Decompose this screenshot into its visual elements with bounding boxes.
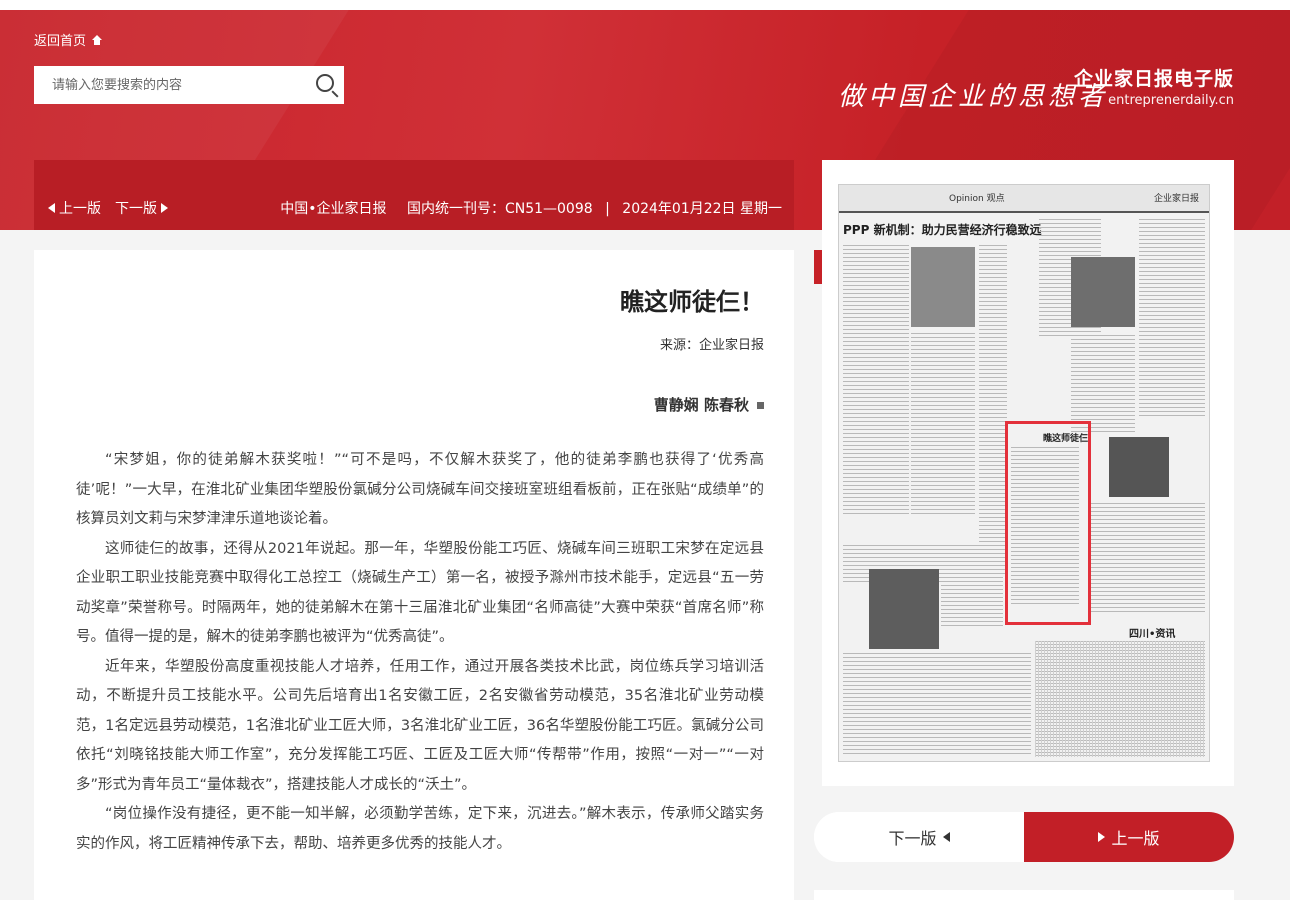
cn-number: 国内统一刊号：CN51—0098 xyxy=(406,201,593,217)
paper-photo xyxy=(869,569,939,649)
paper-header: 企业家日报 Opinion 观点 xyxy=(839,185,1209,213)
article-author: 曹静娴 陈春秋 xyxy=(654,394,764,415)
page-nav-buttons: 下一版 上一版 xyxy=(814,812,1234,862)
paper-text-block xyxy=(979,245,1007,575)
home-link[interactable]: 返回首页 xyxy=(34,30,103,49)
article-body: “宋梦姐，你的徒弟解木获奖啦！”“可不是吗，不仅解木获奖了，他的徒弟李鹏也获得了… xyxy=(76,446,764,859)
paper-ad-block xyxy=(1035,641,1205,757)
newspaper-preview-panel: 企业家日报 Opinion 观点 PPP 新机制：助力民营经济行稳致远 瞧这师徒… xyxy=(822,160,1234,786)
next-page-label: 下一版 xyxy=(888,829,937,848)
separator: | xyxy=(605,201,610,217)
paper-text-block xyxy=(911,333,975,515)
home-label[interactable]: 返回首页 xyxy=(34,30,86,49)
square-bullet-icon xyxy=(757,402,764,409)
triangle-left-icon xyxy=(942,832,950,842)
search-input[interactable] xyxy=(50,69,314,101)
paper-text-block xyxy=(843,653,1031,757)
author-names: 曹静娴 陈春秋 xyxy=(653,396,749,414)
article-paragraph: “岗位操作没有捷径，更不能一知半解，必须勤学苦练，定下来，沉进去。”解木表示，传… xyxy=(76,806,764,852)
paper-text-block xyxy=(1071,335,1135,435)
paper-photo xyxy=(1109,437,1169,497)
top-strip xyxy=(0,0,1290,10)
article-panel: 瞧这师徒仨！ 来源：企业家日报 曹静娴 陈春秋 “宋梦姐，你的徒弟解木获奖啦！”… xyxy=(34,250,794,900)
triangle-right-icon xyxy=(161,203,168,213)
paper-text-block xyxy=(1089,503,1205,613)
brand-name: 企业家日报电子版 xyxy=(1073,68,1234,90)
prev-edition-label[interactable]: 上一版 xyxy=(59,198,101,218)
publisher: 中国•企业家日报 xyxy=(280,201,387,217)
search-box[interactable] xyxy=(34,66,344,104)
prev-edition-link[interactable]: 上一版 xyxy=(48,198,101,218)
next-page-button[interactable]: 下一版 xyxy=(814,812,1024,862)
triangle-left-icon xyxy=(48,203,55,213)
paper-headline: PPP 新机制：助力民营经济行稳致远 xyxy=(843,223,1042,237)
next-edition-label[interactable]: 下一版 xyxy=(115,198,157,218)
bottom-card xyxy=(814,890,1234,900)
brand-url: entreprenerdaily.cn xyxy=(1108,93,1234,108)
edition-info: 中国•企业家日报 国内统一刊号：CN51—0098 | 2024年01月22日 … xyxy=(280,198,782,218)
paper-photo xyxy=(911,247,975,327)
paper-text-block xyxy=(941,569,1003,629)
article-paragraph: “宋梦姐，你的徒弟解木获奖啦！”“可不是吗，不仅解木获奖了，他的徒弟李鹏也获得了… xyxy=(76,452,764,527)
paper-text-block xyxy=(1139,219,1205,419)
brand-logo[interactable]: 企业家日报电子版 entreprenerdaily.cn xyxy=(1074,64,1234,108)
triangle-right-icon xyxy=(1098,832,1106,842)
paper-headline: 四川•资讯 xyxy=(1129,629,1176,640)
article-title: 瞧这师徒仨！ xyxy=(620,288,764,316)
article-paragraph: 近年来，华塑股份高度重视技能人才培养，任用工作，通过开展各类技术比武，岗位练兵学… xyxy=(76,658,764,793)
search-icon[interactable] xyxy=(316,74,334,92)
edition-infobar: 上一版 下一版 中国•企业家日报 国内统一刊号：CN51—0098 | 2024… xyxy=(34,160,794,230)
paper-photo xyxy=(1071,257,1135,327)
next-edition-link[interactable]: 下一版 xyxy=(115,198,168,218)
article-source: 来源：企业家日报 xyxy=(659,338,764,353)
prev-page-button[interactable]: 上一版 xyxy=(1024,812,1234,862)
active-marker xyxy=(814,250,822,284)
current-article-highlight[interactable] xyxy=(1005,421,1091,625)
paper-text-block xyxy=(843,245,909,515)
prev-page-label: 上一版 xyxy=(1111,829,1160,848)
article-paragraph: 这师徒仨的故事，还得从2021年说起。那一年，华塑股份能工巧匠、烧碱车间三班职工… xyxy=(76,540,764,646)
newspaper-page-image[interactable]: 企业家日报 Opinion 观点 PPP 新机制：助力民营经济行稳致远 瞧这师徒… xyxy=(838,184,1210,762)
home-icon xyxy=(92,34,103,45)
paper-header-right: Opinion 观点 xyxy=(949,194,1005,204)
issue-date: 2024年01月22日 星期一 xyxy=(622,201,782,217)
slogan: 做中国企业的思想者 xyxy=(838,82,1109,112)
edition-pager: 上一版 下一版 xyxy=(48,198,168,218)
paper-header-left: 企业家日报 xyxy=(1153,194,1199,204)
